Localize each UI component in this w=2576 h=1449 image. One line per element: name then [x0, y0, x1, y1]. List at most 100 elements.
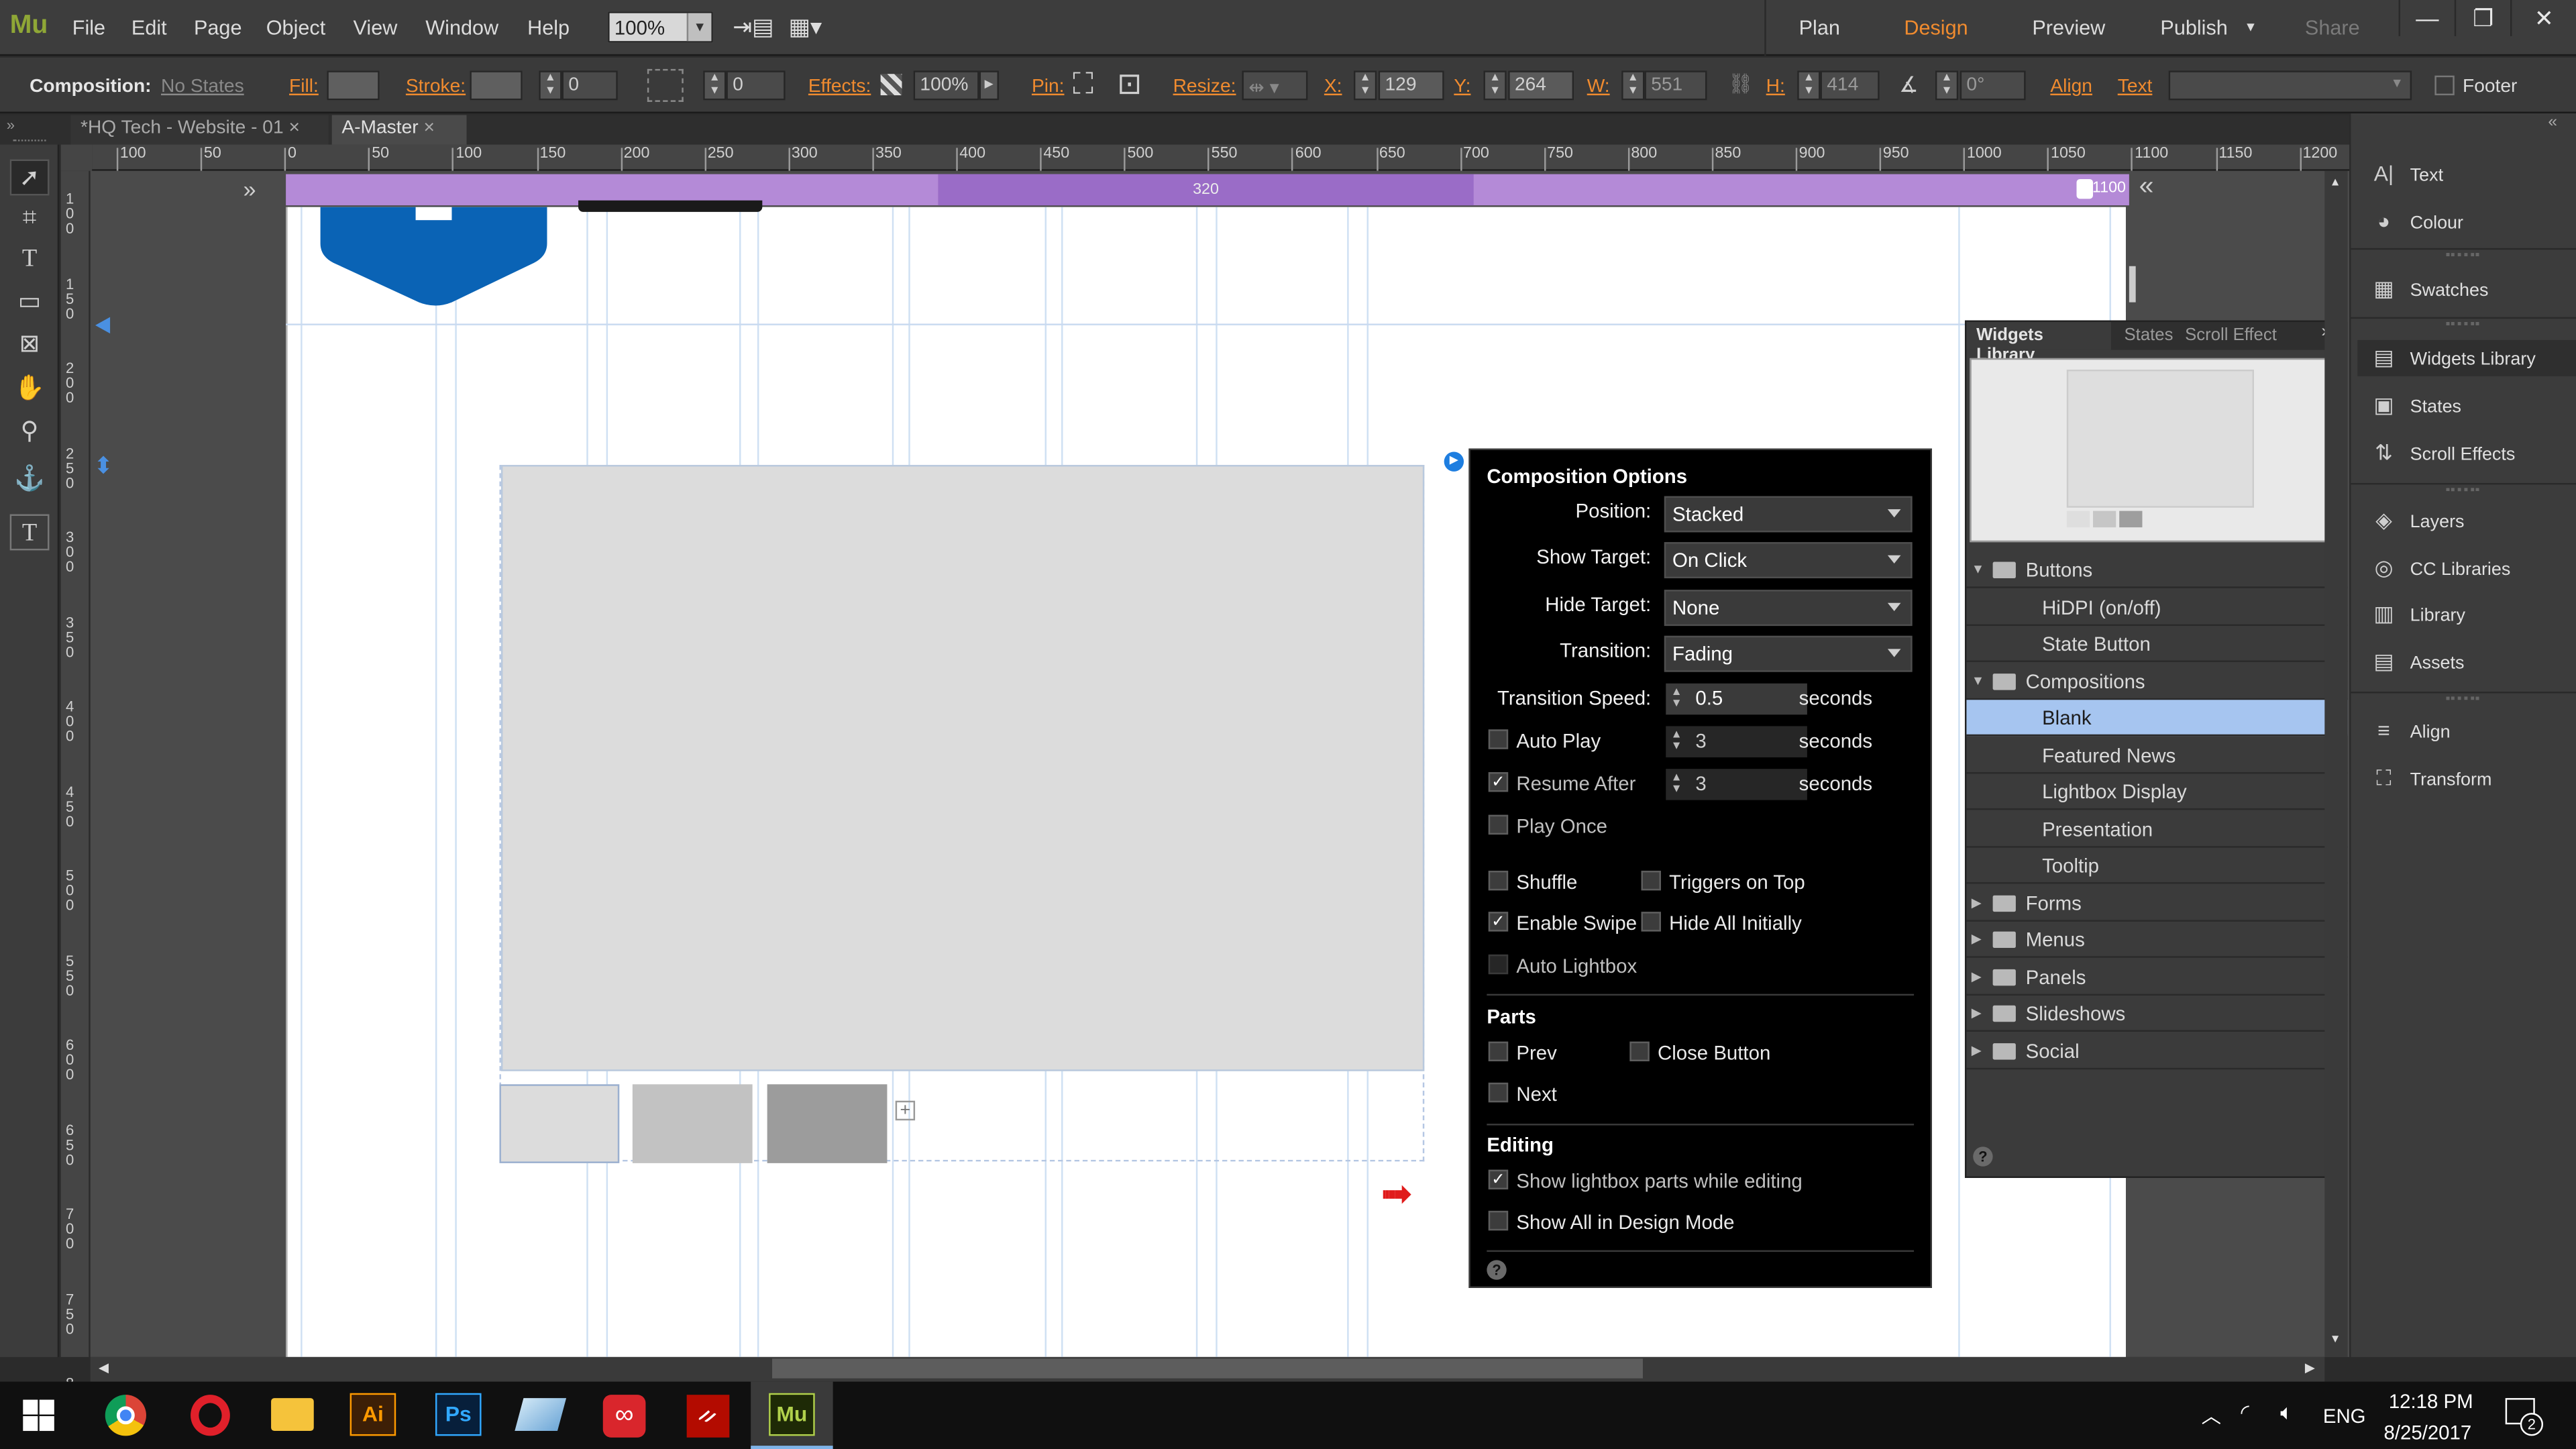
resume-checkbox[interactable]: ✓ [1488, 772, 1509, 792]
close-button-checkbox[interactable] [1629, 1041, 1650, 1062]
illustrator-icon[interactable]: Ai [350, 1393, 396, 1436]
menu-window[interactable]: Window [425, 16, 498, 39]
pin-label[interactable]: Pin: [1032, 77, 1065, 97]
panel-cc-libraries[interactable]: ◎ CC Libraries [2367, 550, 2573, 586]
file-explorer-icon[interactable] [271, 1398, 314, 1432]
composition-target[interactable] [500, 465, 1425, 1071]
chrome-icon[interactable] [105, 1395, 146, 1436]
pin-scroll-icon[interactable]: ⊡ [1117, 67, 1142, 101]
opacity-input[interactable]: 100% [913, 70, 979, 101]
menu-help[interactable]: Help [527, 16, 570, 39]
panel-text[interactable]: A| Text [2367, 156, 2573, 193]
wifi-icon[interactable]: ◜ [2241, 1400, 2249, 1426]
transition-select[interactable]: Fading [1664, 635, 1913, 672]
minimize-icon[interactable]: — [2398, 0, 2455, 36]
breakpoint-handle[interactable] [2076, 178, 2094, 199]
rotation-input[interactable]: 0° [1960, 70, 2026, 101]
widget-folder[interactable]: ▶ Social [1966, 1032, 2348, 1069]
stroke-width-input[interactable]: 0 [561, 70, 618, 101]
text-fill-icon[interactable]: T [9, 514, 50, 551]
nav-plan[interactable]: Plan [1799, 16, 1840, 39]
add-trigger-icon[interactable]: + [895, 1100, 916, 1121]
w-stepper[interactable]: ▲ ▼ [1621, 70, 1645, 101]
chevron-down-icon[interactable]: ▼ [1972, 552, 1984, 588]
selection-tool-icon[interactable]: ➚ [9, 159, 50, 196]
widget-item[interactable]: Presentation [1966, 811, 2348, 847]
help-icon[interactable]: ? [1973, 1146, 1993, 1167]
effects-label[interactable]: Effects: [808, 77, 871, 97]
corner-stepper[interactable]: ▲ ▼ [703, 70, 727, 101]
zoom-tool-icon[interactable]: ⚲ [10, 414, 50, 450]
hide-target-select[interactable]: None [1664, 590, 1913, 627]
collapse-icon[interactable]: » [7, 117, 15, 133]
show-all-design-checkbox[interactable] [1488, 1210, 1509, 1231]
page-resize-handle[interactable] [2125, 207, 2139, 313]
corner-input[interactable]: 0 [726, 70, 786, 101]
stepper-icon[interactable]: ▲ ▼ [1671, 687, 1682, 710]
panel-widgets-library[interactable]: ▤ Widgets Library [2357, 339, 2576, 376]
breakpoint-left-icon[interactable]: » [243, 176, 256, 202]
chevron-up-icon[interactable]: ︿ [2202, 1401, 2221, 1430]
chevron-down-icon[interactable]: ▼ [1972, 663, 1984, 699]
corner-icon[interactable] [647, 68, 684, 102]
footer-marker-icon[interactable]: ⬍ [94, 451, 113, 480]
restore-icon[interactable]: ❐ [2454, 0, 2510, 36]
auto-lightbox-checkbox[interactable] [1488, 954, 1509, 975]
page-export-icon[interactable]: ⇥▤ [733, 13, 773, 42]
breakpoint-right-icon[interactable]: « [2139, 172, 2154, 202]
nav-publish[interactable]: Publish [2160, 16, 2227, 39]
stepper-icon[interactable]: ▲ ▼ [1671, 729, 1682, 752]
text-tool-icon[interactable]: T [10, 241, 50, 278]
collapse-icon[interactable]: « [2548, 113, 2557, 131]
fill-swatch[interactable] [327, 70, 380, 101]
help-icon[interactable]: ? [1487, 1260, 1507, 1280]
volume-icon[interactable]: 🔈︎ [2280, 1400, 2293, 1426]
stroke-stepper[interactable]: ▲ ▼ [539, 70, 562, 101]
menu-view[interactable]: View [354, 16, 398, 39]
image-frame-tool-icon[interactable]: ⊠ [10, 327, 50, 363]
creative-cloud-icon[interactable]: ∞ [602, 1395, 646, 1438]
x-input[interactable]: 129 [1378, 70, 1444, 101]
chevron-right-icon[interactable]: ▶ [1972, 1032, 1982, 1069]
breakpoint-bar[interactable]: 320 1100 [286, 174, 2129, 206]
chevron-right-icon[interactable]: ▶ [1972, 922, 1982, 958]
h-stepper[interactable]: ▲ ▼ [1797, 70, 1821, 101]
nav-preview[interactable]: Preview [2032, 16, 2105, 39]
autoplay-input[interactable]: ▲ ▼ 3 [1666, 726, 1807, 757]
tab-website[interactable]: *HQ Tech - Website - 01 × [70, 115, 329, 145]
nav-design[interactable]: Design [1904, 16, 1968, 39]
vertical-scrollbar[interactable]: ▲ ▼ [2324, 170, 2348, 1357]
hand-tool-icon[interactable]: ✋ [10, 371, 50, 407]
show-lightbox-parts-checkbox[interactable]: ✓ [1488, 1169, 1509, 1190]
horizontal-scrollbar[interactable]: ◀ ▶ [90, 1356, 2325, 1382]
panel-layers[interactable]: ◈ Layers [2367, 502, 2573, 539]
widget-item[interactable]: Tooltip [1966, 848, 2348, 884]
show-target-select[interactable]: On Click [1664, 542, 1913, 579]
stroke-swatch[interactable] [470, 70, 523, 101]
muse-icon[interactable]: Mu [769, 1393, 815, 1436]
scroll-down-icon[interactable]: ▼ [2330, 1334, 2341, 1346]
trigger-thumbnail[interactable] [767, 1084, 888, 1163]
prev-checkbox[interactable] [1488, 1041, 1509, 1062]
widget-item[interactable]: HiDPI (on/off) [1966, 589, 2348, 625]
widget-folder[interactable]: ▼ Buttons [1966, 552, 2348, 588]
widget-folder[interactable]: ▶ Slideshows [1966, 996, 2348, 1032]
play-once-checkbox[interactable] [1488, 814, 1509, 835]
publish-menu-icon[interactable]: ▼ [2244, 19, 2257, 34]
menu-file[interactable]: File [72, 16, 105, 39]
panel-states[interactable]: ▣ States [2367, 388, 2573, 424]
header-marker-icon[interactable] [95, 317, 111, 334]
scroll-right-icon[interactable]: ▶ [2305, 1360, 2315, 1375]
fill-label[interactable]: Fill: [289, 77, 319, 97]
shuffle-checkbox[interactable] [1488, 870, 1509, 891]
widget-item[interactable]: Blank [1966, 700, 2348, 737]
tab-states[interactable]: States [2125, 325, 2174, 345]
nav-share[interactable]: Share [2305, 16, 2360, 39]
menu-page[interactable]: Page [194, 16, 242, 39]
text-link[interactable]: Text [2118, 77, 2153, 97]
panel-assets[interactable]: ▤ Assets [2367, 644, 2573, 680]
close-icon[interactable]: × [288, 118, 299, 138]
speed-input[interactable]: ▲ ▼ 0.5 [1666, 683, 1807, 715]
enable-swipe-checkbox[interactable]: ✓ [1488, 912, 1509, 932]
clock-date[interactable]: 8/25/2017 [2383, 1421, 2471, 1444]
